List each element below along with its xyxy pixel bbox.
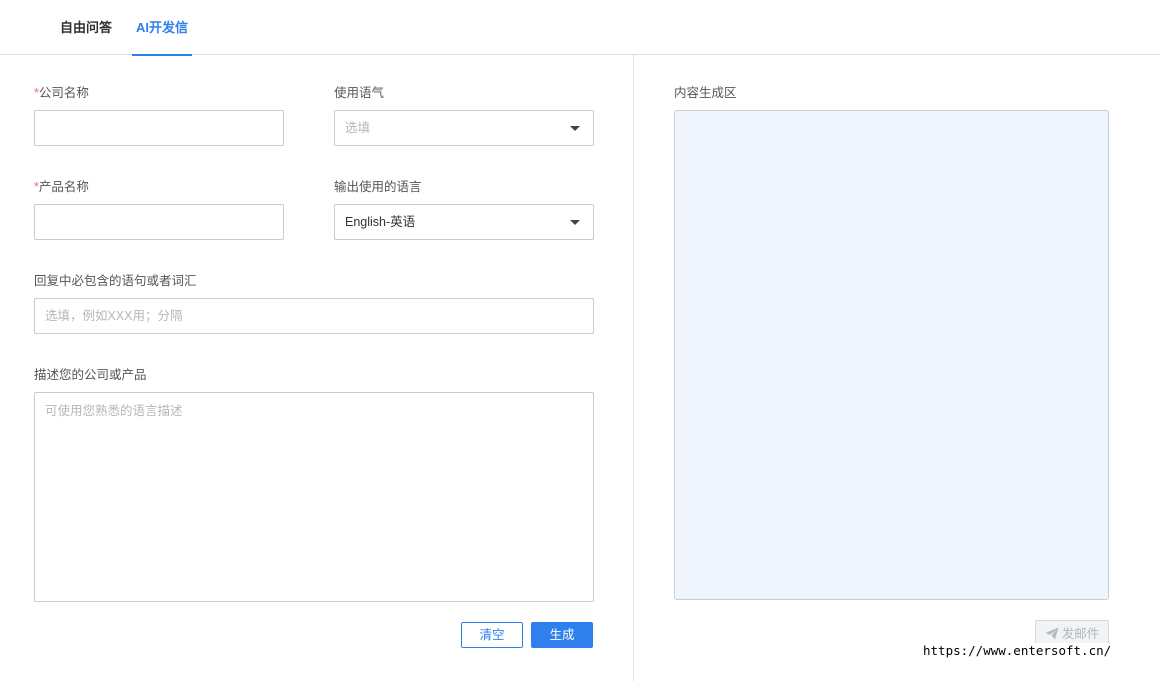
description-label: 描述您的公司或产品 xyxy=(34,368,147,382)
generate-button[interactable]: 生成 xyxy=(531,622,593,648)
tab-ai-dev-letter[interactable]: AI开发信 xyxy=(132,0,193,56)
tab-free-qa[interactable]: 自由问答 xyxy=(60,0,112,55)
tone-label: 使用语气 xyxy=(334,86,385,100)
company-name-input[interactable] xyxy=(34,110,284,146)
company-name-label: *公司名称 xyxy=(34,86,89,100)
clear-button[interactable]: 清空 xyxy=(461,622,523,648)
must-include-input[interactable] xyxy=(34,298,594,334)
output-area[interactable] xyxy=(674,110,1109,600)
chevron-down-icon xyxy=(570,126,580,131)
tone-select[interactable]: 选填 xyxy=(334,110,594,146)
paper-plane-icon xyxy=(1045,627,1059,640)
chevron-down-icon xyxy=(570,220,580,225)
product-name-input[interactable] xyxy=(34,204,284,240)
output-language-value: English-英语 xyxy=(345,215,416,229)
output-language-label: 输出使用的语言 xyxy=(334,180,422,194)
product-name-label: *产品名称 xyxy=(34,180,89,194)
tab-bar: 自由问答 AI开发信 xyxy=(0,0,1160,56)
tone-select-placeholder: 选填 xyxy=(345,121,371,135)
panel-divider xyxy=(633,55,634,681)
output-area-label: 内容生成区 xyxy=(674,86,737,100)
site-watermark: https://www.entersoft.cn/ xyxy=(922,643,1113,659)
output-language-select[interactable]: English-英语 xyxy=(334,204,594,240)
send-mail-label: 发邮件 xyxy=(1061,627,1100,641)
must-include-label: 回复中必包含的语句或者词汇 xyxy=(34,274,197,288)
description-textarea[interactable] xyxy=(34,392,594,602)
